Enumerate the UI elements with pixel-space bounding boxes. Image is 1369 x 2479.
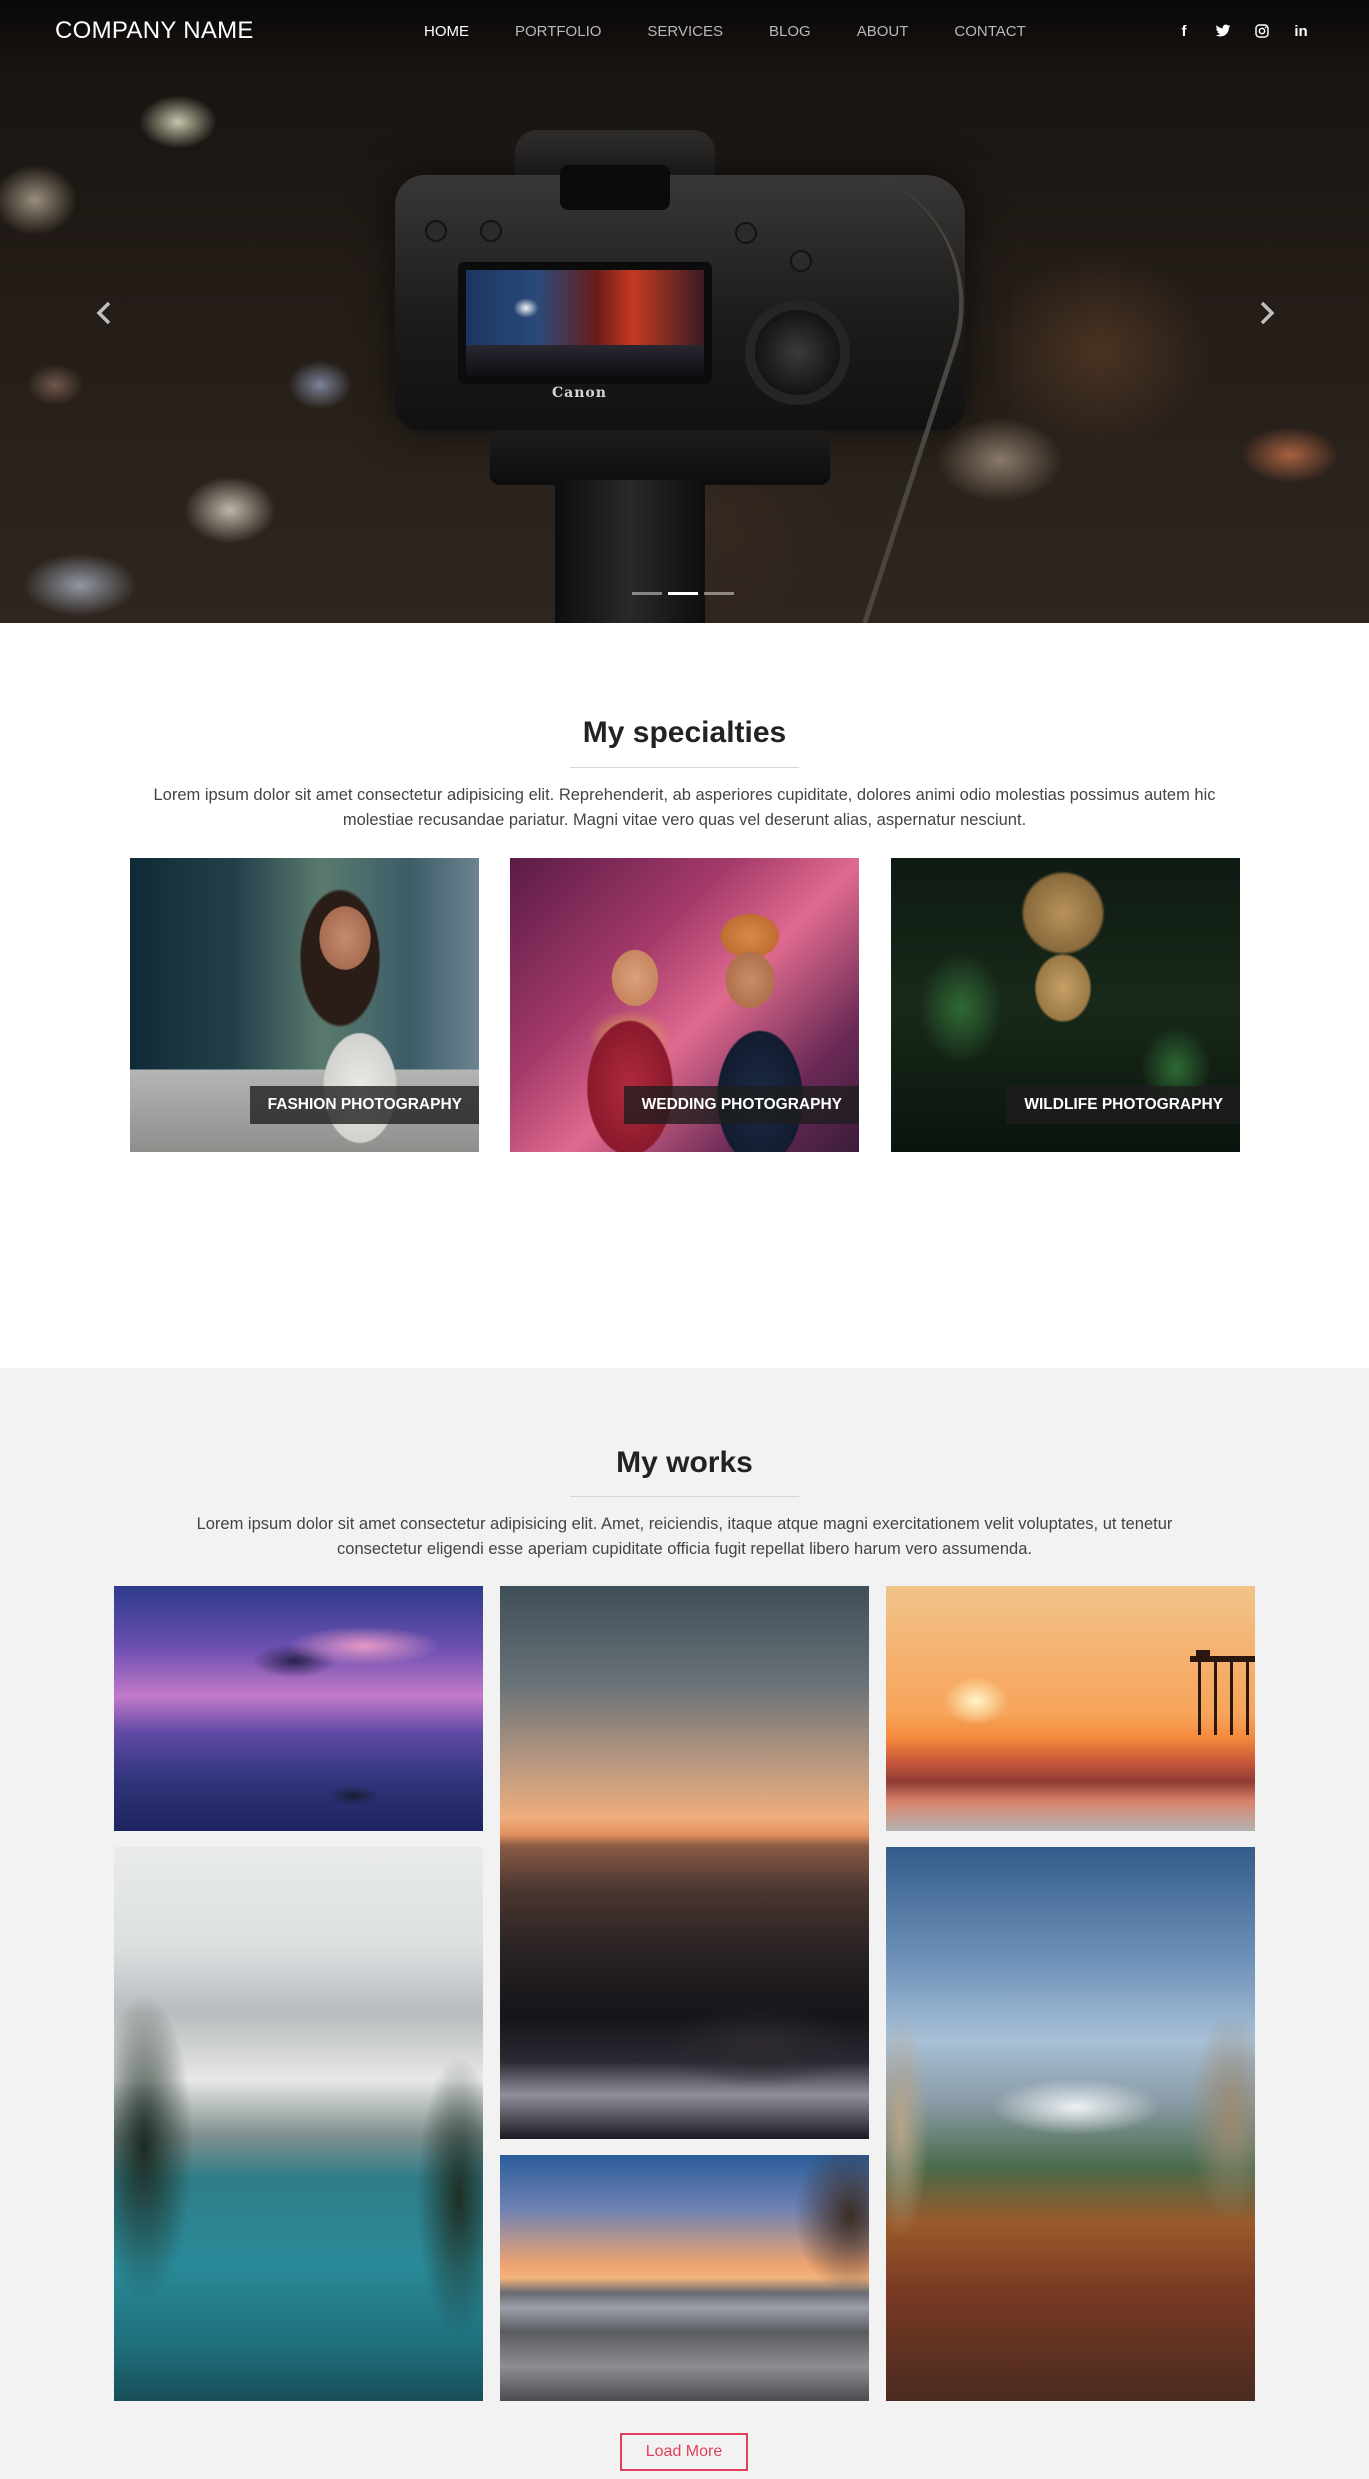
camera-button (480, 220, 502, 242)
facebook-icon[interactable]: f (1176, 21, 1192, 41)
menu-item-portfolio[interactable]: PORTFOLIO (515, 23, 601, 40)
carousel-indicator-1[interactable] (632, 592, 662, 595)
work-image-mountain-sunset[interactable] (500, 1586, 869, 2139)
carousel-indicator-3[interactable] (704, 592, 734, 595)
work-image-rocky-shore[interactable] (500, 2155, 869, 2401)
specialty-label: WEDDING PHOTOGRAPHY (623, 1086, 859, 1124)
work-image-valley[interactable] (886, 1847, 1255, 2401)
works-divider (570, 1496, 799, 1497)
specialties-description: Lorem ipsum dolor sit amet consectetur a… (153, 786, 1216, 829)
specialty-label: WILDLIFE PHOTOGRAPHY (1006, 1086, 1240, 1124)
social-links: f in (1176, 21, 1332, 41)
hero-carousel: Canon COMPANY NAME HOME PORTFOLIO SERVIC… (0, 0, 1369, 623)
carousel-prev-icon[interactable] (92, 295, 116, 331)
twitter-icon[interactable] (1215, 21, 1231, 41)
camera-viewfinder (560, 165, 670, 210)
works-title: My works (616, 1446, 753, 1479)
navbar: COMPANY NAME HOME PORTFOLIO SERVICES BLO… (0, 0, 1369, 64)
specialties-divider (570, 767, 799, 768)
works-description: Lorem ipsum dolor sit amet consectetur a… (196, 1515, 1173, 1558)
carousel-next-icon[interactable] (1255, 295, 1279, 331)
carousel-indicator-2[interactable] (668, 592, 698, 595)
specialties-title: My specialties (582, 716, 787, 749)
specialty-card-wedding[interactable]: WEDDING PHOTOGRAPHY (510, 858, 859, 1152)
camera-screen-ground (466, 345, 704, 376)
camera-brand: Canon (552, 385, 607, 401)
menu-item-contact[interactable]: CONTACT (954, 23, 1025, 40)
carousel-indicators (632, 592, 740, 595)
specialty-card-fashion[interactable]: FASHION PHOTOGRAPHY (130, 858, 479, 1152)
menu-item-services[interactable]: SERVICES (647, 23, 723, 40)
work-image-snowy-lake[interactable] (114, 1847, 483, 2401)
menu-item-blog[interactable]: BLOG (769, 23, 811, 40)
brand-logo[interactable]: COMPANY NAME (55, 17, 254, 45)
pier-silhouette (1190, 1650, 1255, 1735)
camera-button (735, 222, 757, 244)
menu-item-about[interactable]: ABOUT (857, 23, 909, 40)
work-image-lake-boat[interactable] (114, 1586, 483, 1831)
linkedin-icon[interactable]: in (1293, 21, 1309, 41)
instagram-icon[interactable] (1254, 21, 1270, 41)
specialty-card-wildlife[interactable]: WILDLIFE PHOTOGRAPHY (891, 858, 1240, 1152)
camera-button (425, 220, 447, 242)
menu-item-home[interactable]: HOME (424, 23, 469, 40)
main-menu: HOME PORTFOLIO SERVICES BLOG ABOUT CONTA… (424, 23, 1072, 40)
specialty-label: FASHION PHOTOGRAPHY (249, 1086, 479, 1124)
load-more-button[interactable]: Load More (620, 2433, 748, 2471)
